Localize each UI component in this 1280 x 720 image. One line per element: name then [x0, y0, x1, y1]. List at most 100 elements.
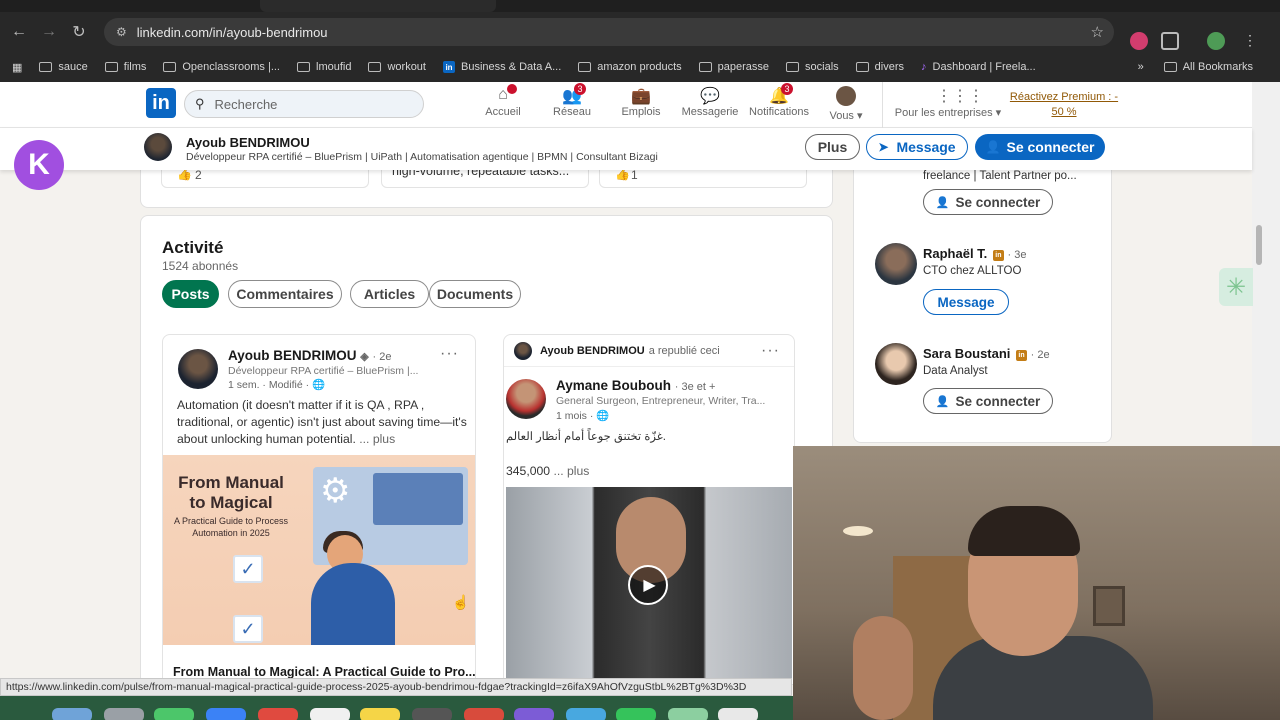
dock-app-icon[interactable]: [566, 708, 606, 720]
bookmark-openclassrooms[interactable]: Openclassrooms |...: [163, 61, 280, 73]
folder-icon: [297, 62, 310, 72]
bookmark-workout[interactable]: workout: [368, 61, 426, 73]
all-bookmarks[interactable]: All Bookmarks: [1163, 61, 1253, 73]
more-bookmarks-icon[interactable]: »: [1138, 61, 1144, 73]
more-options-icon[interactable]: ···: [440, 345, 459, 363]
more-options-icon[interactable]: ···: [761, 342, 780, 360]
author-name[interactable]: Ayoub BENDRIMOU ◈ · 2e: [228, 348, 391, 363]
see-more-link[interactable]: ... plus: [553, 464, 589, 478]
checkbox-icon: ✓: [233, 555, 263, 583]
menu-icon[interactable]: ⋮: [1241, 32, 1259, 50]
url-text: linkedin.com/in/ayoub-bendrimou: [136, 24, 328, 40]
more-button[interactable]: Plus: [805, 134, 860, 160]
featured-card-2[interactable]: high-volume, repeatable tasks...: [381, 164, 589, 188]
play-icon[interactable]: ▶: [628, 565, 668, 605]
reload-icon[interactable]: ↻: [64, 17, 94, 47]
person-name[interactable]: Raphaël T. in · 3e: [923, 246, 1027, 261]
tab-posts[interactable]: Posts: [162, 280, 219, 308]
bookmark-socials[interactable]: socials: [786, 61, 839, 73]
dock-app-icon[interactable]: [154, 708, 194, 720]
tab-comments[interactable]: Commentaires: [228, 280, 342, 308]
author-name[interactable]: Aymane Boubouh · 3e et +: [556, 378, 715, 393]
premium-link[interactable]: Réactivez Premium : -50 %: [1006, 90, 1122, 120]
bookmark-films[interactable]: films: [104, 61, 146, 73]
message-button[interactable]: Message: [923, 289, 1009, 315]
active-tab[interactable]: [260, 0, 496, 12]
nav-messaging[interactable]: 💬 Messagerie: [674, 86, 746, 118]
linkedin-premium-icon: in: [992, 250, 1004, 261]
apps-grid-icon[interactable]: ▦: [12, 61, 22, 74]
post-card[interactable]: Ayoub BENDRIMOU ◈ · 2e Développeur RPA c…: [162, 334, 476, 684]
dock-app-icon[interactable]: [464, 708, 504, 720]
bookmark-dashboard[interactable]: ♪ Dashboard | Freela...: [921, 61, 1036, 73]
message-button[interactable]: ➤ Message: [866, 134, 968, 160]
scrollbar-thumb[interactable]: [1256, 225, 1262, 265]
nav-jobs[interactable]: 💼 Emplois: [605, 86, 677, 118]
featured-card-3[interactable]: 👍 1: [599, 167, 807, 188]
linkedin-logo[interactable]: in: [146, 88, 176, 118]
forward-icon[interactable]: →: [34, 17, 64, 47]
author-avatar[interactable]: [506, 379, 546, 419]
dock-app-icon[interactable]: [514, 708, 554, 720]
connect-button[interactable]: 👤 Se connecter: [923, 189, 1053, 215]
person-name[interactable]: Sara Boustani in · 2e: [923, 346, 1050, 361]
dock-app-icon[interactable]: [258, 708, 298, 720]
search-input[interactable]: ⚲ Recherche: [184, 90, 424, 118]
tab-articles[interactable]: Articles: [350, 280, 429, 308]
profile-headline: Développeur RPA certifié – BluePrism | U…: [186, 151, 658, 163]
dock-app-icon[interactable]: [616, 708, 656, 720]
nav-network[interactable]: 👥 3 Réseau: [536, 83, 608, 118]
dock-app-icon[interactable]: [668, 708, 708, 720]
bookmark-amazon-products[interactable]: amazon products: [578, 61, 682, 73]
bookmark-star-icon[interactable]: ☆: [1091, 23, 1104, 41]
bookmark-divers[interactable]: divers: [855, 61, 904, 73]
extension-icon[interactable]: [1130, 32, 1148, 50]
video-player[interactable]: ▶: [506, 487, 792, 684]
dock-app-icon[interactable]: [104, 708, 144, 720]
nav-me[interactable]: Vous ▾: [810, 86, 882, 122]
home-dot-badge: [507, 84, 517, 94]
post-meta: 1 sem. · Modifié · 🌐: [228, 379, 326, 391]
dock-app-icon[interactable]: [412, 708, 452, 720]
article-caption[interactable]: From Manual to Magical: A Practical Guid…: [173, 665, 475, 679]
dock-app-icon[interactable]: [360, 708, 400, 720]
sticky-profile-bar: Ayoub BENDRIMOU Développeur RPA certifié…: [0, 128, 1252, 170]
bookmark-lmoufid[interactable]: lmoufid: [297, 61, 351, 73]
featured-card-1[interactable]: 👍 2: [161, 167, 369, 188]
bookmark-sauce[interactable]: sauce: [39, 61, 88, 73]
site-settings-icon[interactable]: ⚙: [116, 25, 127, 39]
nav-business[interactable]: ⋮⋮⋮ Pour les entreprises ▾: [888, 86, 1008, 119]
cover-title: From Manual to Magical: [178, 473, 284, 512]
dock-app-icon[interactable]: [718, 708, 758, 720]
profile-avatar[interactable]: [1207, 32, 1225, 50]
article-cover-image[interactable]: From Manual to Magical A Practical Guide…: [163, 455, 475, 645]
url-field[interactable]: ⚙ linkedin.com/in/ayoub-bendrimou ☆: [104, 18, 1114, 46]
person-avatar[interactable]: [875, 343, 917, 385]
previous-person-headline: freelance | Talent Partner po...: [923, 170, 1077, 182]
back-icon[interactable]: ←: [4, 17, 34, 47]
nav-notifications[interactable]: 🔔 3 Notifications: [743, 83, 815, 118]
bell-icon: 🔔 3: [767, 83, 793, 106]
add-person-icon: 👤: [935, 395, 950, 408]
k-app-icon[interactable]: K: [14, 140, 64, 190]
flower-widget-icon[interactable]: ✳: [1219, 268, 1253, 306]
dock-app-icon[interactable]: [206, 708, 246, 720]
send-icon: ➤: [878, 140, 889, 154]
repost-card[interactable]: Ayoub BENDRIMOU a republié ceci ··· Ayma…: [503, 334, 795, 684]
illustration-person: [311, 563, 395, 645]
nav-home[interactable]: ⌂ Accueil: [467, 84, 539, 118]
connect-button[interactable]: 👤 Se connecter: [923, 388, 1053, 414]
bookmark-paperasse[interactable]: paperasse: [698, 61, 769, 73]
profile-avatar-small: [144, 133, 172, 161]
dock-app-icon[interactable]: [52, 708, 92, 720]
notifications-badge: 3: [781, 83, 793, 95]
person-avatar[interactable]: [875, 243, 917, 285]
person-hand: [853, 616, 913, 720]
dock-app-icon[interactable]: [310, 708, 350, 720]
bookmark-business-data[interactable]: in Business & Data A...: [443, 61, 561, 73]
connect-button[interactable]: 👤 Se connecter: [975, 134, 1105, 160]
author-avatar[interactable]: [178, 349, 218, 389]
extensions-puzzle-icon[interactable]: [1161, 32, 1179, 50]
tab-documents[interactable]: Documents: [429, 280, 521, 308]
see-more-link[interactable]: ... plus: [359, 432, 395, 446]
